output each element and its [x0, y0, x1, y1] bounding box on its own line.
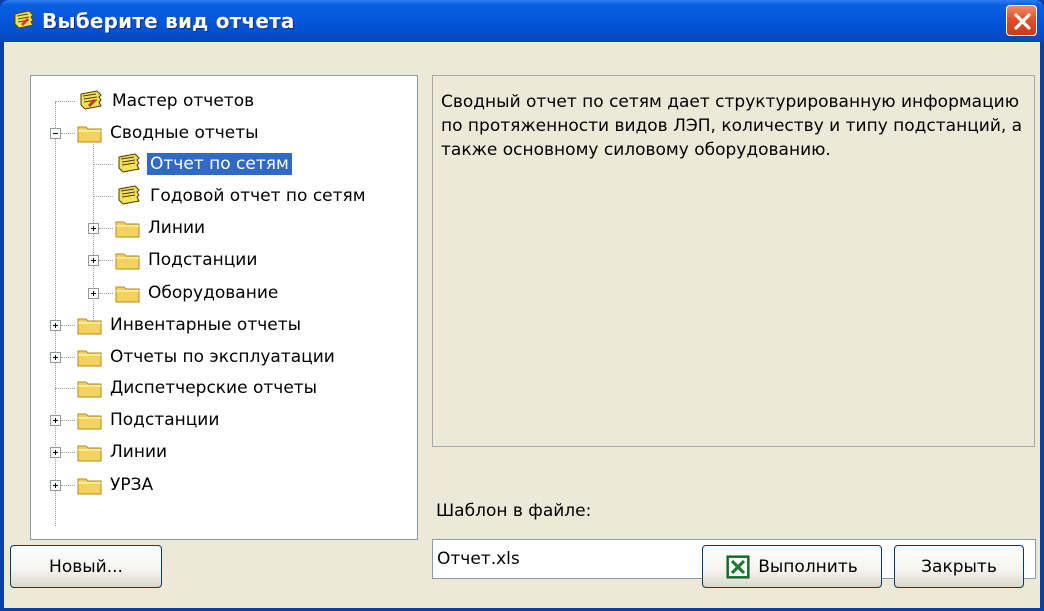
expand-toggle[interactable] — [50, 480, 61, 491]
tree-item-urza[interactable]: УРЗА — [77, 470, 156, 500]
close-button[interactable]: Закрыть — [894, 545, 1024, 588]
tree-item-label: Мастер отчетов — [112, 91, 255, 111]
folder-icon — [77, 350, 102, 367]
report-scroll-icon — [14, 10, 34, 29]
tree-item-lines-sub[interactable]: Линии — [115, 213, 208, 243]
folder-icon — [115, 253, 140, 270]
expand-toggle[interactable] — [50, 320, 61, 331]
folder-icon — [77, 478, 102, 495]
collapse-toggle[interactable] — [50, 128, 61, 139]
expand-toggle[interactable] — [50, 447, 61, 458]
tree-item-label: УРЗА — [110, 475, 154, 495]
report-scroll-icon — [118, 185, 140, 205]
tree-item-label: Отчет по сетям — [147, 153, 292, 175]
tree-item-substations[interactable]: Подстанции — [77, 405, 222, 435]
tree-item-label: Оборудование — [148, 283, 279, 303]
tree-item-annual-network-report[interactable]: Годовой отчет по сетям — [115, 181, 369, 211]
expand-toggle[interactable] — [88, 255, 99, 266]
expand-toggle[interactable] — [88, 288, 99, 299]
folder-icon — [77, 126, 102, 143]
tree-item-operation-reports[interactable]: Отчеты по эксплуатации — [77, 342, 338, 372]
tree-line — [61, 420, 75, 421]
folder-icon — [77, 318, 102, 335]
folder-icon — [77, 413, 102, 430]
tree-item-report-wizard[interactable]: Мастер отчетов — [77, 86, 257, 116]
tree-item-substations-sub[interactable]: Подстанции — [115, 245, 260, 275]
tree-line — [93, 144, 94, 331]
report-description-text: Сводный отчет по сетям дает структуриров… — [441, 92, 1023, 160]
tree-item-inventory-reports[interactable]: Инвентарные отчеты — [77, 310, 304, 340]
folder-icon — [115, 286, 140, 303]
report-scroll-icon — [80, 90, 102, 110]
report-tree[interactable]: Мастер отчетов Сводные отчеты Отчет по с… — [30, 75, 418, 540]
close-window-button[interactable] — [1006, 5, 1037, 36]
tree-item-label: Подстанции — [110, 410, 220, 430]
folder-icon — [77, 445, 102, 462]
tree-item-label: Подстанции — [148, 250, 258, 270]
folder-icon — [115, 221, 140, 238]
tree-line — [93, 196, 113, 197]
run-button-label: Выполнить — [758, 556, 858, 577]
tree-item-lines[interactable]: Линии — [77, 437, 170, 467]
tree-item-label: Отчеты по эксплуатации — [110, 347, 335, 367]
tree-line — [99, 293, 113, 294]
new-button-label: Новый... — [49, 556, 123, 577]
new-report-button[interactable]: Новый... — [10, 545, 162, 588]
tree-line — [61, 485, 75, 486]
folder-icon — [77, 381, 102, 398]
report-scroll-icon — [118, 153, 140, 173]
close-icon — [1014, 13, 1031, 30]
tree-line — [99, 260, 113, 261]
template-file-label: Шаблон в файле: — [436, 501, 592, 521]
tree-item-label: Годовой отчет по сетям — [150, 186, 366, 206]
tree-line — [61, 325, 75, 326]
close-button-label: Закрыть — [921, 556, 997, 577]
tree-line — [93, 164, 113, 165]
tree-item-label: Линии — [148, 218, 206, 238]
tree-line — [61, 133, 75, 134]
tree-line — [55, 101, 75, 102]
tree-item-label: Линии — [110, 442, 168, 462]
expand-toggle[interactable] — [50, 352, 61, 363]
tree-item-network-report[interactable]: Отчет по сетям — [115, 149, 292, 179]
tree-line — [55, 388, 75, 389]
expand-toggle[interactable] — [88, 223, 99, 234]
window-title: Выберите вид отчета — [42, 9, 295, 33]
tree-line — [99, 228, 113, 229]
dialog-window: Выберите вид отчета Мастер отчетов Сводн… — [0, 0, 1044, 611]
tree-item-label: Инвентарные отчеты — [110, 315, 302, 335]
tree-item-summary-reports[interactable]: Сводные отчеты — [77, 118, 262, 148]
tree-item-dispatch-reports[interactable]: Диспетчерские отчеты — [77, 373, 320, 403]
tree-line — [61, 357, 75, 358]
title-bar[interactable]: Выберите вид отчета — [0, 0, 1044, 42]
excel-icon — [726, 555, 750, 578]
dialog-client-area: Мастер отчетов Сводные отчеты Отчет по с… — [4, 42, 1040, 608]
tree-item-label: Диспетчерские отчеты — [110, 378, 318, 398]
run-button[interactable]: Выполнить — [702, 545, 882, 588]
report-description-panel: Сводный отчет по сетям дает структуриров… — [432, 75, 1035, 447]
tree-line — [61, 452, 75, 453]
tree-item-equipment[interactable]: Оборудование — [115, 278, 281, 308]
expand-toggle[interactable] — [50, 415, 61, 426]
tree-line — [55, 102, 56, 526]
tree-item-label: Сводные отчеты — [110, 123, 259, 143]
